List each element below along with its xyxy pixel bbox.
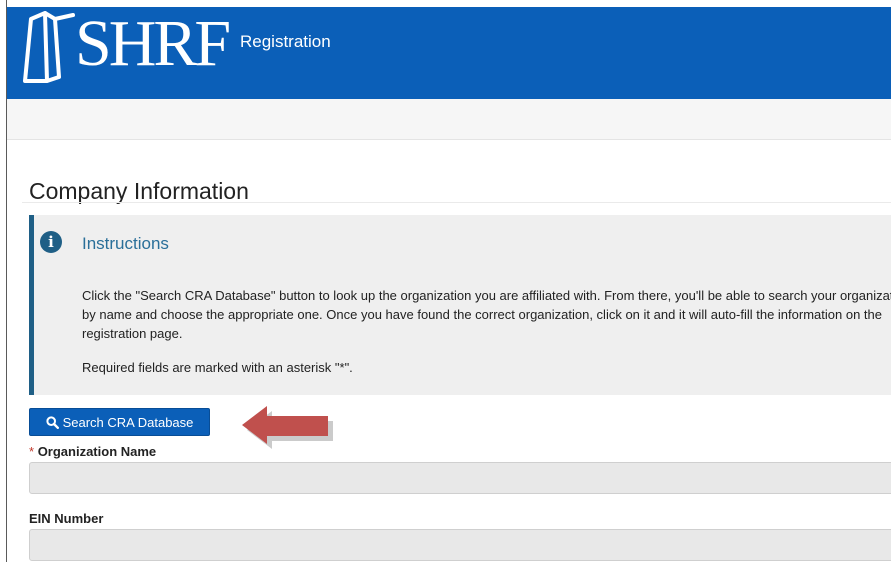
instructions-accent-bar xyxy=(29,215,34,395)
ein-number-label: EIN Number xyxy=(29,511,104,526)
ein-number-input[interactable] xyxy=(29,529,891,561)
logo-book-icon xyxy=(23,11,75,83)
organization-name-label-text: Organization Name xyxy=(37,444,157,459)
sub-toolbar xyxy=(7,99,891,140)
shrf-logo[interactable]: SHRF xyxy=(21,9,231,87)
title-divider xyxy=(22,202,891,203)
required-fields-note: Required fields are marked with an aster… xyxy=(82,360,353,375)
header-title: Registration xyxy=(240,32,331,51)
annotation-arrow-icon xyxy=(242,406,333,449)
organization-name-input[interactable] xyxy=(29,462,891,494)
instructions-heading: Instructions xyxy=(82,234,169,253)
app-header: SHRF Registration xyxy=(7,7,891,99)
required-asterisk: * xyxy=(29,444,35,459)
logo-text: SHRF xyxy=(75,7,231,80)
info-icon: i xyxy=(40,231,62,253)
organization-name-label: * Organization Name xyxy=(29,444,156,459)
search-icon xyxy=(45,415,59,429)
instructions-body: Click the "Search CRA Database" button t… xyxy=(82,288,891,341)
search-button-label: Search CRA Database xyxy=(62,414,194,430)
search-cra-database-button[interactable]: Search CRA Database xyxy=(29,408,210,436)
